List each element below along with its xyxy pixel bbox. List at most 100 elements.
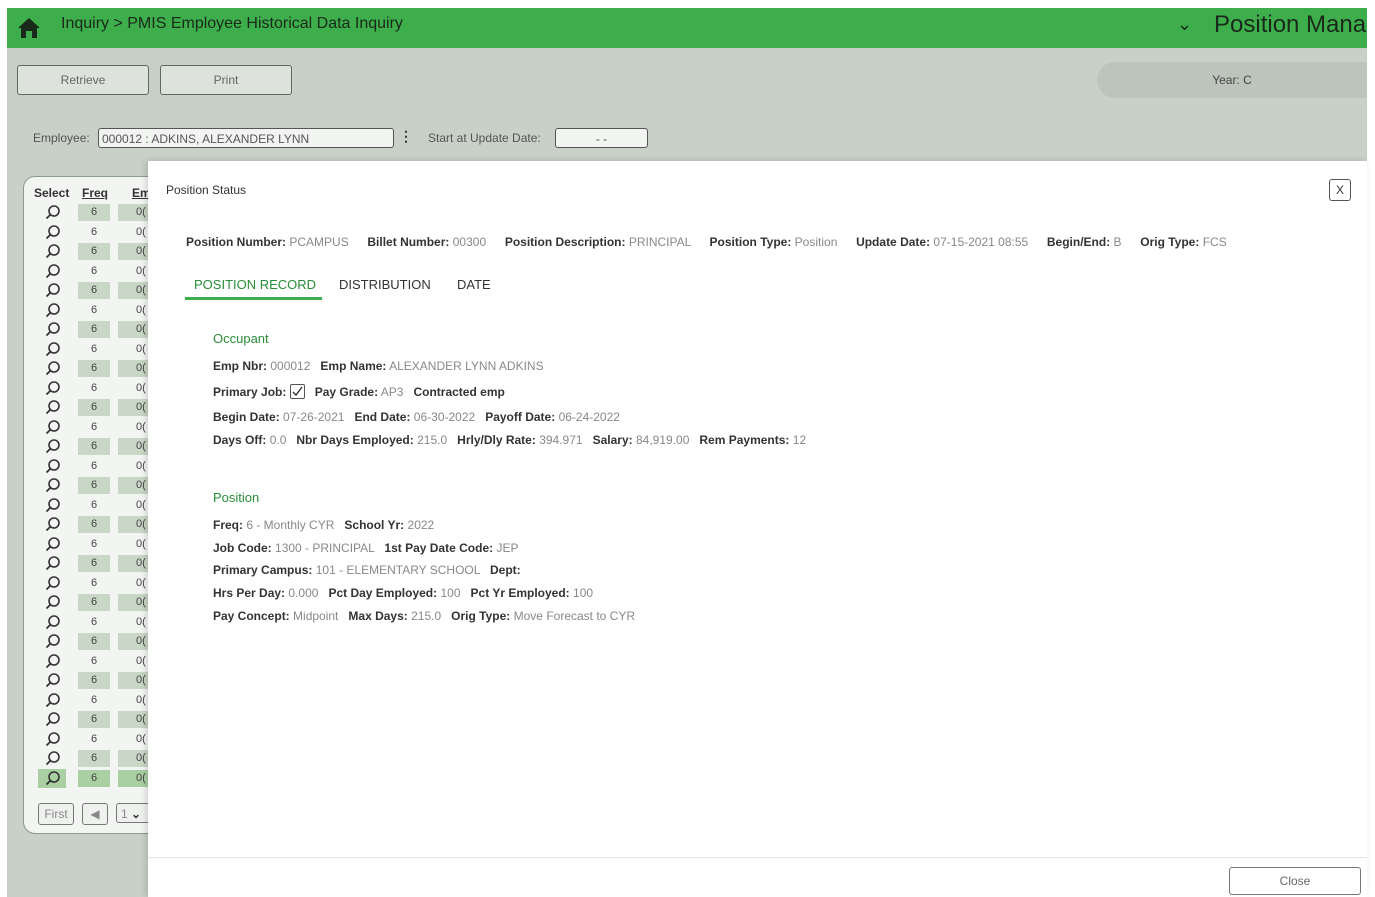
page-select[interactable]: 1 ⌄ [116, 803, 150, 823]
search-icon[interactable] [45, 341, 61, 357]
close-x-button[interactable]: X [1329, 179, 1351, 201]
search-icon[interactable] [45, 477, 61, 493]
search-icon[interactable] [45, 438, 61, 454]
dialog-title: Position Status [166, 183, 247, 197]
search-icon[interactable] [45, 575, 61, 591]
pay-date-code-value: JEP [496, 541, 519, 555]
freq-cell: 6 [90, 732, 98, 745]
freq-cell: 6 [90, 654, 98, 667]
home-icon[interactable] [16, 15, 42, 41]
retrieve-button[interactable]: Retrieve [17, 65, 149, 95]
freq-cell: 6 [90, 615, 98, 628]
toolbar: Retrieve Print Year: C [7, 48, 1367, 110]
days-off-label: Days Off: [213, 433, 267, 447]
checkmark-icon [292, 386, 303, 397]
more-options-icon[interactable]: ⋮ [399, 128, 413, 145]
salary-label: Salary: [592, 433, 633, 447]
freq-cell: 6 [90, 303, 98, 316]
search-icon[interactable] [45, 516, 61, 532]
search-icon[interactable] [45, 692, 61, 708]
occupant-row-3: Begin Date: 07-26-2021 End Date: 06-30-2… [213, 410, 620, 424]
freq-cell: 6 [78, 282, 110, 299]
position-row-2: Job Code: 1300 - PRINCIPAL 1st Pay Date … [213, 541, 518, 555]
chevron-down-icon[interactable]: ⌄ [1177, 14, 1192, 35]
search-icon[interactable] [45, 653, 61, 669]
search-icon[interactable] [45, 458, 61, 474]
search-icon[interactable] [45, 204, 61, 220]
search-icon[interactable] [45, 614, 61, 630]
pct-yr-value: 100 [573, 586, 594, 600]
freq-header[interactable]: Freq [82, 186, 108, 200]
rem-payments-value: 12 [792, 433, 807, 447]
freq-cell: 6 [90, 225, 98, 238]
position-type-value: Position [794, 235, 838, 249]
freq-cell: 6 [78, 438, 110, 455]
search-icon[interactable] [45, 536, 61, 552]
orig-type-pos-value: Move Forecast to CYR [513, 609, 636, 623]
end-date-label: End Date: [354, 410, 411, 424]
search-icon[interactable] [45, 360, 61, 376]
freq-cell: 6 [90, 498, 98, 511]
search-icon[interactable] [45, 711, 61, 727]
freq-cell: 6 [78, 516, 110, 533]
tab-date[interactable]: DATE [457, 277, 491, 292]
payoff-date-label: Payoff Date: [485, 410, 556, 424]
position-heading: Position [213, 490, 260, 505]
freq-cell: 6 [90, 693, 98, 706]
search-icon[interactable] [45, 672, 61, 688]
emp-nbr-label: Emp Nbr: [213, 359, 267, 373]
search-icon[interactable] [45, 497, 61, 513]
search-icon[interactable] [45, 302, 61, 318]
employee-field[interactable]: 000012 : ADKINS, ALEXANDER LYNN [98, 128, 394, 148]
close-button[interactable]: Close [1229, 867, 1361, 895]
position-summary: Position Number: PCAMPUS Billet Number: … [186, 235, 1227, 249]
freq-cell: 6 [78, 633, 110, 650]
freq-cell: 6 [78, 360, 110, 377]
freq-cell: 6 [78, 769, 110, 787]
begin-end-value: B [1113, 235, 1122, 249]
pay-concept-label: Pay Concept: [213, 609, 290, 623]
search-icon[interactable] [45, 399, 61, 415]
pay-date-code-label: 1st Pay Date Code: [384, 541, 494, 555]
end-date-value: 06-30-2022 [413, 410, 476, 424]
prev-page-button[interactable]: ◀ [82, 803, 108, 825]
tab-distribution[interactable]: DISTRIBUTION [339, 277, 431, 292]
pay-concept-value: Midpoint [293, 609, 339, 623]
app-title: Position Management [1214, 11, 1367, 38]
freq-cell: 6 [90, 381, 98, 394]
position-number-value: PCAMPUS [289, 235, 349, 249]
freq-cell: 6 [90, 459, 98, 472]
print-button[interactable]: Print [160, 65, 292, 95]
begin-date-label: Begin Date: [213, 410, 280, 424]
primary-job-checkbox[interactable] [289, 384, 305, 399]
search-icon[interactable] [45, 380, 61, 396]
employee-bar: Employee: 000012 : ADKINS, ALEXANDER LYN… [7, 110, 1367, 158]
search-icon[interactable] [45, 419, 61, 435]
search-icon[interactable] [45, 633, 61, 649]
max-days-label: Max Days: [348, 609, 408, 623]
search-icon[interactable] [45, 224, 61, 240]
position-row-3: Primary Campus: 101 - ELEMENTARY SCHOOL … [213, 563, 521, 577]
search-icon[interactable] [45, 321, 61, 337]
search-icon[interactable] [45, 770, 61, 786]
pct-yr-label: Pct Yr Employed: [470, 586, 570, 600]
breadcrumb[interactable]: Inquiry > PMIS Employee Historical Data … [61, 14, 403, 34]
employee-label: Employee: [33, 131, 90, 145]
occupant-heading: Occupant [213, 331, 269, 346]
pay-grade-value: AP3 [380, 385, 404, 399]
position-number-label: Position Number: [186, 235, 287, 249]
position-description-label: Position Description: [504, 235, 626, 249]
first-page-button[interactable]: First [38, 803, 74, 825]
search-icon[interactable] [45, 594, 61, 610]
begin-date-value: 07-26-2021 [283, 410, 345, 424]
start-date-field[interactable]: - - [555, 128, 648, 148]
tab-position-record[interactable]: POSITION RECORD [194, 277, 316, 292]
freq-cell: 6 [90, 576, 98, 589]
search-icon[interactable] [45, 555, 61, 571]
search-icon[interactable] [45, 282, 61, 298]
search-icon[interactable] [45, 263, 61, 279]
search-icon[interactable] [45, 750, 61, 766]
freq-label: Freq: [213, 518, 243, 532]
search-icon[interactable] [45, 731, 61, 747]
search-icon[interactable] [45, 243, 61, 259]
